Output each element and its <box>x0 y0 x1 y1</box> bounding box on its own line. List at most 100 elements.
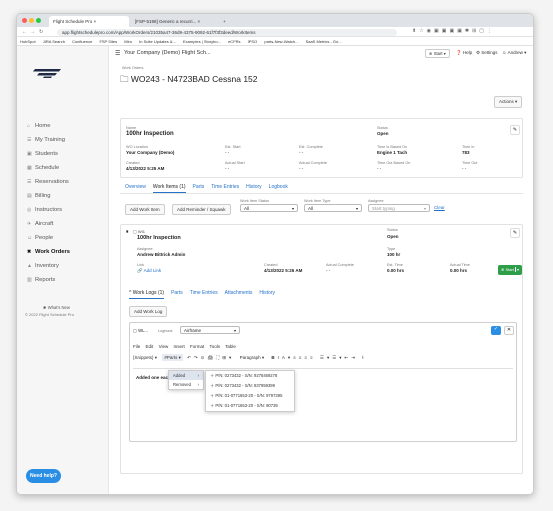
company-selector[interactable]: Your Company (Demo) Flight Sch... <box>124 50 211 56</box>
back-icon[interactable]: ← <box>22 29 27 35</box>
assignee-filter-input[interactable]: Start typing <box>368 204 430 212</box>
bookmark[interactable]: In Suite Updates &... <box>139 39 176 44</box>
need-help-button[interactable]: Need help? <box>26 469 61 483</box>
sidebar-item-home[interactable]: ⌂ Home <box>27 123 107 133</box>
menu-format[interactable]: Format <box>190 344 204 349</box>
close-window-dot[interactable] <box>22 18 27 23</box>
subtab-time-entries[interactable]: Time Entries <box>190 290 218 296</box>
save-check-button[interactable]: ✓ <box>491 326 501 335</box>
tab-work-items[interactable]: Work Items (1) <box>152 184 186 193</box>
sidebar-item-aircraft[interactable]: ✈ Aircraft <box>27 221 107 231</box>
bookmark[interactable]: Confluence <box>72 39 92 44</box>
sidebar-item-inventory[interactable]: ▲ Inventory <box>27 263 107 273</box>
bookmark[interactable]: JIRA Search <box>43 39 65 44</box>
subtab-attachments[interactable]: Attachments <box>225 290 253 296</box>
wi-edit-pencil-icon[interactable]: ✎ <box>510 228 520 238</box>
hamburger-icon[interactable]: ☰ <box>115 50 120 57</box>
paragraph-dropdown[interactable]: Paragraph ▾ <box>240 355 265 360</box>
add-work-item-button[interactable]: Add Work Item <box>125 204 165 215</box>
bookmark[interactable]: HubSpot <box>20 39 36 44</box>
status-filter-select[interactable]: All <box>240 204 298 212</box>
sidebar-item-students[interactable]: ▣ Students <box>27 151 107 161</box>
bookmark[interactable]: Examples | Storybo... <box>183 39 221 44</box>
sidebar-item-billing[interactable]: ▤ Billing <box>27 193 107 203</box>
part-option[interactable]: ＋ P/N: 01-0771653-20 - S/N: 90739 <box>206 401 294 411</box>
wi-type-label: Type <box>387 247 396 251</box>
user-menu[interactable]: ☺ Andrew ▾ <box>502 50 526 56</box>
bookmark[interactable]: IPSO <box>248 39 258 44</box>
minimize-window-dot[interactable] <box>29 18 34 23</box>
help-link[interactable]: ❓ Help <box>456 50 472 56</box>
created-label: Created <box>126 161 140 165</box>
editor-menubar: File Edit View Insert Format Tools Table <box>133 344 236 349</box>
logbook-select[interactable]: Airframe <box>180 326 240 334</box>
url-bar[interactable]: app.flightschedulepro.com/App/WorkOrders… <box>57 28 397 36</box>
home-icon: ⌂ <box>27 123 31 129</box>
time-out-basis-label: Time Out Based On <box>377 161 411 165</box>
sidebar-item-people[interactable]: ☺ People <box>27 235 107 245</box>
tab-parts[interactable]: Parts <box>193 184 205 190</box>
drag-handle-icon[interactable]: ⏸ <box>126 229 129 235</box>
settings-link[interactable]: ⚙ Settings <box>476 50 498 56</box>
forward-icon[interactable]: → <box>30 29 35 35</box>
browser-tab-active[interactable]: Flight Schedule Pro × <box>49 16 129 27</box>
bookmark[interactable]: eCFRs <box>228 39 240 44</box>
tab-time-entries[interactable]: Time Entries <box>211 184 239 190</box>
menu-view[interactable]: View <box>159 344 169 349</box>
format-icons[interactable]: BIA▾≡≡≡≡ ☰▾☰▾⇤⇥ Ɨ <box>271 355 366 360</box>
menu-table[interactable]: Table <box>225 344 236 349</box>
tab-overview[interactable]: Overview <box>125 184 146 190</box>
snippets-dropdown[interactable]: {Snippets} ▾ <box>133 355 157 360</box>
students-icon: ▣ <box>27 151 32 157</box>
subtab-history[interactable]: History <box>259 290 275 296</box>
subtab-parts[interactable]: Parts <box>171 290 183 296</box>
add-link[interactable]: 🔗 Add Link <box>137 268 161 274</box>
maximize-window-dot[interactable] <box>36 18 41 23</box>
bookmark[interactable]: SaaS Metrics - Go... <box>306 39 342 44</box>
created-value: 4/13/2022 5:25 AM <box>126 166 165 171</box>
editor-body-text[interactable]: Added one eac <box>136 375 168 380</box>
bookmark[interactable]: FSP Sites <box>99 39 117 44</box>
menu-edit[interactable]: Edit <box>146 344 154 349</box>
part-option[interactable]: ＋ P/N: 0273432 - S/N: 9278469278 <box>206 371 294 381</box>
editor-actions-icons[interactable]: ↶↷⊙🖨⛶⊞▾ <box>187 355 234 360</box>
menu-removed[interactable]: Removed › <box>169 380 203 389</box>
start-dropdown[interactable]: ⊕ Start ▾ <box>425 49 450 58</box>
fsp-logo[interactable] <box>33 68 63 78</box>
tab-history[interactable]: History <box>246 184 262 190</box>
menu-insert[interactable]: Insert <box>174 344 185 349</box>
menu-tools[interactable]: Tools <box>209 344 220 349</box>
browser-tab[interactable]: [FSP-5198] Generic a recurri... × <box>131 16 217 27</box>
sidebar-item-my-training[interactable]: ☰ My Training <box>27 137 107 147</box>
menu-file[interactable]: File <box>133 344 140 349</box>
start-timer-button[interactable]: ⊕ Start ▾ <box>498 265 522 275</box>
type-filter-select[interactable]: All <box>304 204 362 212</box>
edit-pencil-icon[interactable]: ✎ <box>510 125 520 135</box>
whats-new-link[interactable]: ✱ What's New <box>43 305 70 310</box>
sidebar-item-work-orders[interactable]: ✖ Work Orders <box>27 249 107 259</box>
new-tab-icon[interactable]: + <box>219 16 229 27</box>
add-work-log-button[interactable]: Add Work Log <box>129 306 168 317</box>
bookmark[interactable]: Miro <box>124 39 132 44</box>
est-complete-value: - - <box>299 150 304 155</box>
extension-icons[interactable]: ⬆☆◉▣▣▣▣✱⊞▢⋮ <box>412 28 495 34</box>
sidebar-item-schedule[interactable]: ▦ Schedule <box>27 165 107 175</box>
wi-created-value: 4/13/2022 5:26 AM <box>264 268 303 273</box>
actions-dropdown[interactable]: Actions ▾ <box>494 96 523 108</box>
clear-filters-link[interactable]: Clear <box>434 205 445 210</box>
part-option[interactable]: ＋ P/N: 01-0771653-20 - S/N: 9797395 <box>206 391 294 401</box>
part-option[interactable]: ＋ P/N: 0273432 - S/N: 837959399 <box>206 381 294 391</box>
reload-icon[interactable]: ↻ <box>39 29 43 35</box>
subtab-work-logs[interactable]: ^ Work Logs (1) <box>129 290 165 299</box>
parts-dropdown[interactable]: #Parts ▾ <box>162 354 183 361</box>
menu-added[interactable]: Added › <box>169 371 203 380</box>
bookmark[interactable]: parts-New-Watch... <box>264 39 298 44</box>
add-reminder-button[interactable]: Add Reminder / Squawk <box>172 204 231 215</box>
sidebar-item-instructors[interactable]: ◎ Instructors <box>27 207 107 217</box>
cancel-x-button[interactable]: ✕ <box>504 326 514 335</box>
tab-logbook[interactable]: Logbook <box>269 184 288 190</box>
time-basis-value: Engine 1 Tach <box>377 150 408 155</box>
sidebar-item-reports[interactable]: ▥ Reports <box>27 277 107 287</box>
breadcrumb[interactable]: Work Orders <box>122 66 143 70</box>
sidebar-item-reservations[interactable]: ☰ Reservations <box>27 179 107 189</box>
